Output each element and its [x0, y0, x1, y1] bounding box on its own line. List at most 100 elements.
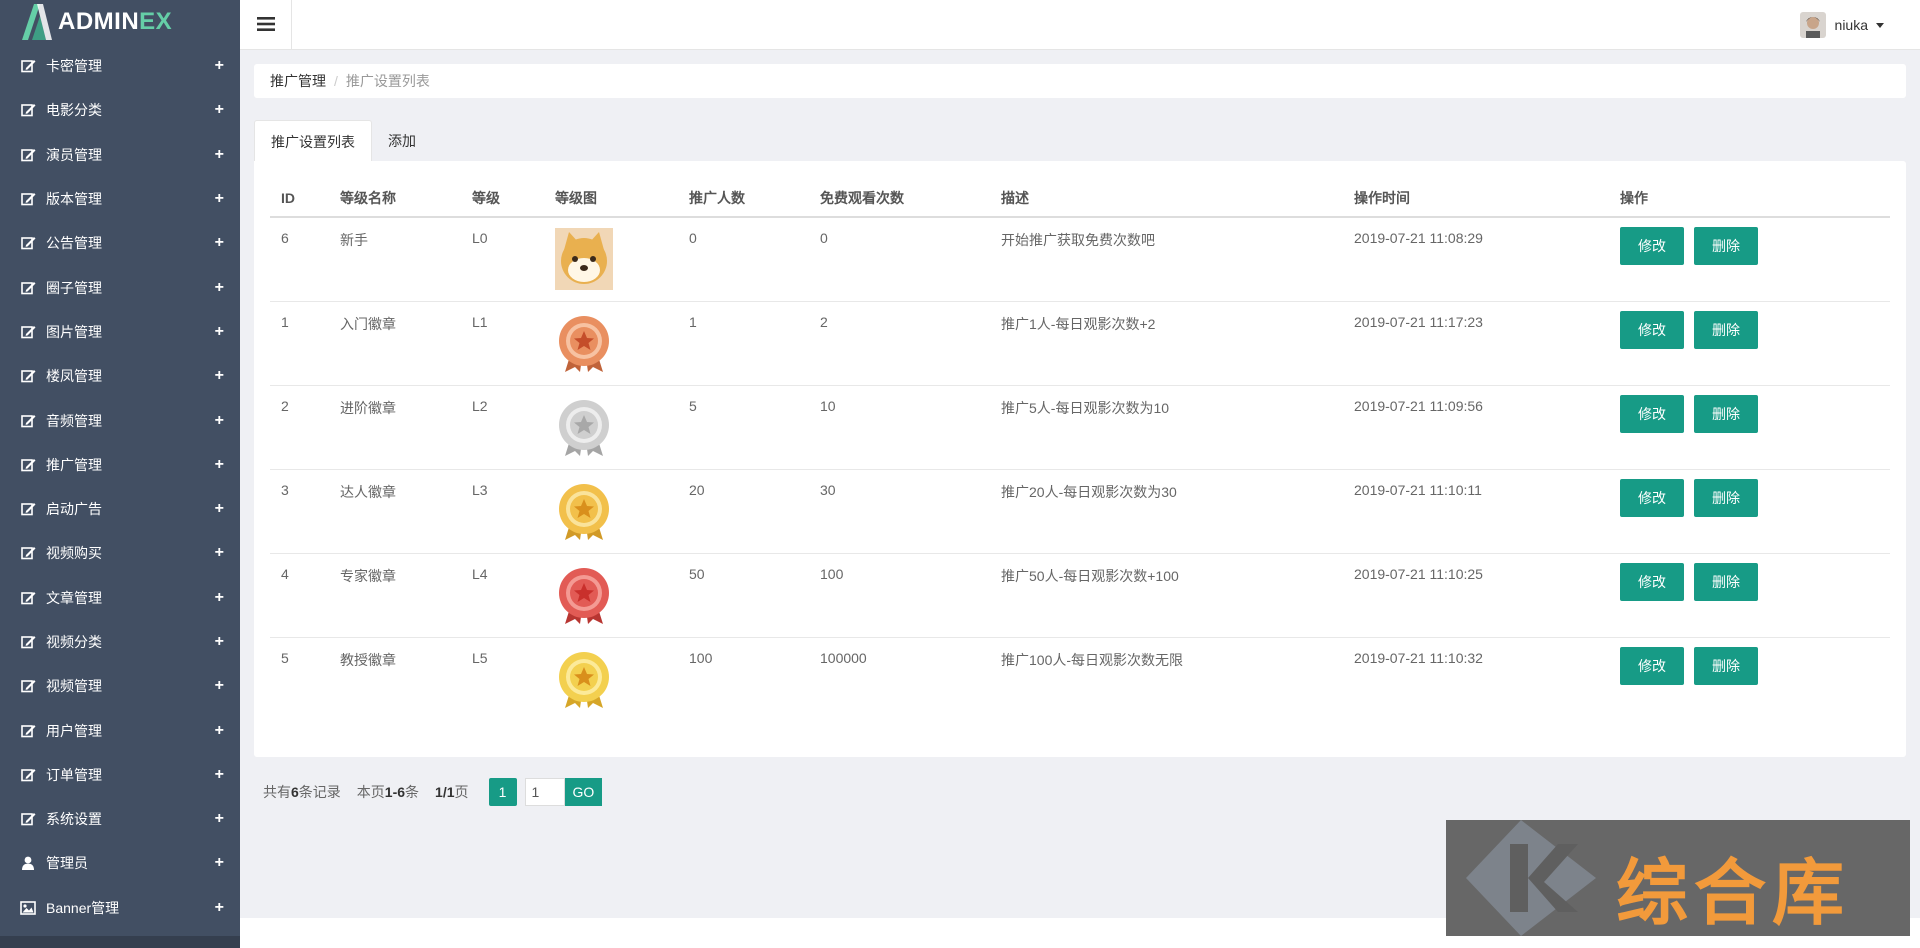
- cell-time: 2019-07-21 11:17:23: [1343, 301, 1609, 386]
- sidebar-item[interactable]: 卡密管理 +: [0, 44, 240, 88]
- sidebar-item[interactable]: 推广管理 +: [0, 443, 240, 487]
- expand-icon[interactable]: +: [215, 589, 224, 607]
- table-row: 2 进阶徽章 L2 5 10 推广5人-每日观影次数为10 2019-07-21 11:0…: [270, 385, 1890, 470]
- expand-icon[interactable]: +: [215, 234, 224, 252]
- sidebar-item[interactable]: 管理员 +: [0, 841, 240, 885]
- delete-button[interactable]: 删除: [1694, 394, 1758, 433]
- cell-level-name: 入门徽章: [329, 301, 461, 386]
- delete-button[interactable]: 删除: [1694, 646, 1758, 685]
- sidebar-item[interactable]: 电影分类 +: [0, 88, 240, 132]
- cell-promo-count: 1: [678, 301, 809, 386]
- delete-button[interactable]: 删除: [1694, 478, 1758, 517]
- delete-button[interactable]: 删除: [1694, 310, 1758, 349]
- sidebar-item[interactable]: 楼凤管理 +: [0, 354, 240, 398]
- sidebar-item[interactable]: 圈子管理 +: [0, 265, 240, 309]
- expand-icon[interactable]: +: [215, 899, 224, 917]
- expand-icon[interactable]: +: [215, 412, 224, 430]
- page-records: 本页1-6条: [356, 784, 420, 800]
- sidebar-item[interactable]: 音频管理 +: [0, 398, 240, 442]
- cell-id: 4: [270, 553, 329, 638]
- column-header: 等级: [461, 179, 544, 218]
- cell-free-views: 2: [809, 301, 990, 386]
- expand-icon[interactable]: +: [215, 57, 224, 75]
- user-menu[interactable]: niuka: [1799, 12, 1884, 38]
- cell-promo-count: 0: [678, 217, 809, 302]
- sidebar-item[interactable]: 演员管理 +: [0, 133, 240, 177]
- cell-level-image: [544, 469, 678, 554]
- sidebar-item[interactable]: 视频分类 +: [0, 620, 240, 664]
- sidebar-item[interactable]: 视频购买 +: [0, 531, 240, 575]
- sidebar-item[interactable]: 视频管理 +: [0, 664, 240, 708]
- sidebar-item-label: 管理员: [46, 855, 88, 872]
- expand-icon[interactable]: +: [215, 544, 224, 562]
- sidebar-item-label: 系统设置: [46, 811, 102, 828]
- sidebar-item-label: 用户管理: [46, 722, 102, 739]
- cell-level-name: 新手: [329, 217, 461, 302]
- sidebar-item-label: 图片管理: [46, 323, 102, 340]
- expand-icon[interactable]: +: [215, 766, 224, 784]
- logo[interactable]: ADMINEX: [0, 0, 240, 44]
- expand-icon[interactable]: +: [215, 323, 224, 341]
- expand-icon[interactable]: +: [215, 190, 224, 208]
- sidebar-item[interactable]: 公告管理 +: [0, 221, 240, 265]
- edit-icon: [20, 811, 36, 827]
- sidebar-item[interactable]: 订单管理 +: [0, 753, 240, 797]
- tab-add[interactable]: 添加: [372, 120, 432, 162]
- sidebar-item[interactable]: 用户管理 +: [0, 708, 240, 752]
- sidebar-item-label: 推广管理: [46, 456, 102, 473]
- expand-icon[interactable]: +: [215, 146, 224, 164]
- page-jump-input[interactable]: [524, 778, 565, 806]
- cell-level: L3: [461, 469, 544, 554]
- breadcrumb-current: 推广设置列表: [345, 73, 430, 89]
- tab-promotion-list[interactable]: 推广设置列表: [254, 120, 372, 162]
- delete-button[interactable]: 删除: [1694, 562, 1758, 601]
- column-header: 操作时间: [1343, 179, 1609, 218]
- table-row: 4 专家徽章 L4 50 100 推广50人-每日观影次数+100 2019-07-21 …: [270, 553, 1890, 638]
- sidebar-item[interactable]: Banner管理 +: [0, 886, 240, 930]
- sidebar-item[interactable]: 版本管理 +: [0, 177, 240, 221]
- edit-button[interactable]: 修改: [1620, 562, 1684, 601]
- edit-icon: [20, 368, 36, 384]
- tab-bar: 推广设置列表 添加: [254, 120, 432, 162]
- column-header: 推广人数: [678, 179, 809, 218]
- expand-icon[interactable]: +: [215, 633, 224, 651]
- sidebar-item-label: Banner管理: [46, 899, 120, 916]
- edit-button[interactable]: 修改: [1620, 310, 1684, 349]
- cell-free-views: 100000: [820, 649, 867, 666]
- expand-icon[interactable]: +: [215, 722, 224, 740]
- edit-button[interactable]: 修改: [1620, 646, 1684, 685]
- sidebar-item[interactable]: 系统设置 +: [0, 797, 240, 841]
- cell-level-image: [544, 301, 678, 386]
- sidebar-item-label: 视频管理: [46, 678, 102, 695]
- caret-down-icon: [1876, 22, 1884, 28]
- expand-icon[interactable]: +: [215, 810, 224, 828]
- expand-icon[interactable]: +: [215, 456, 224, 474]
- watermark-text: 综合库: [1616, 851, 1851, 935]
- expand-icon[interactable]: +: [215, 367, 224, 385]
- expand-icon[interactable]: +: [215, 854, 224, 872]
- edit-button[interactable]: 修改: [1620, 478, 1684, 517]
- sidebar-item[interactable]: 启动广告 +: [0, 487, 240, 531]
- column-header: 免费观看次数: [809, 179, 990, 218]
- sidebar-item[interactable]: 文章管理 +: [0, 576, 240, 620]
- breadcrumb-parent[interactable]: 推广管理: [270, 71, 326, 91]
- edit-icon: [20, 235, 36, 251]
- breadcrumb: 推广管理 / 推广设置列表: [254, 64, 1906, 98]
- sidebar-item-label: 音频管理: [46, 412, 102, 429]
- sidebar-item-label: 视频分类: [46, 634, 102, 650]
- go-button[interactable]: GO: [564, 778, 603, 806]
- table-row: 1 入门徽章 L1 1 2 推广1人-每日观影次数+2 2019-07-21 11:17:…: [270, 301, 1890, 386]
- menu-toggle-button[interactable]: [240, 0, 292, 50]
- page-number-current[interactable]: 1: [488, 778, 517, 806]
- cell-level: L4: [461, 553, 544, 638]
- expand-icon[interactable]: +: [215, 101, 224, 119]
- expand-icon[interactable]: +: [215, 279, 224, 297]
- expand-icon[interactable]: +: [215, 500, 224, 518]
- sidebar-item[interactable]: 图片管理 +: [0, 310, 240, 354]
- edit-button[interactable]: 修改: [1620, 394, 1684, 433]
- expand-icon[interactable]: +: [215, 677, 224, 695]
- column-header: 等级名称: [329, 179, 461, 218]
- red-medal-icon: [555, 567, 613, 629]
- edit-button[interactable]: 修改: [1620, 227, 1684, 265]
- delete-button[interactable]: 删除: [1694, 227, 1758, 265]
